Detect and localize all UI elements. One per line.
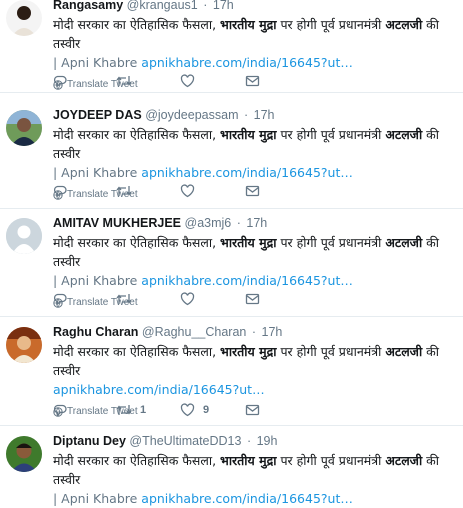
avatar[interactable] [6, 218, 42, 254]
avatar[interactable] [6, 436, 42, 472]
author-name[interactable]: Rangasamy [53, 0, 123, 12]
tweet-text: मोदी सरकार का ऐतिहासिक फैसला, भारतीय मुद… [53, 17, 440, 70]
reply-button[interactable] [53, 74, 67, 88]
tweet-time[interactable]: 17h [254, 108, 275, 122]
reply-button[interactable] [53, 292, 67, 306]
reply-icon [54, 75, 67, 88]
reply-icon [54, 185, 67, 198]
author-handle[interactable]: @Raghu__Charan [142, 325, 246, 339]
tweet-source: | Apni Khabre [53, 55, 142, 70]
like-button[interactable] [180, 74, 195, 88]
tweet[interactable]: AMITAV MUKHERJEE @a3mj6 · 17h मोदी सरकार… [0, 209, 463, 317]
tweet-link[interactable]: apnikhabre.com/india/16645?ut… [141, 491, 353, 506]
author-name[interactable]: AMITAV MUKHERJEE [53, 216, 181, 230]
tweet-time[interactable]: 19h [257, 434, 278, 448]
direct-message-icon [245, 185, 260, 197]
like-icon [180, 403, 195, 417]
retweet-icon [116, 294, 132, 304]
tweet-time[interactable]: 17h [262, 325, 283, 339]
tweet-text: मोदी सरकार का ऐतिहासिक फैसला, भारतीय मुद… [53, 344, 440, 397]
retweet-button[interactable]: 1 [116, 403, 146, 417]
tweet-source: | Apni Khabre [53, 273, 142, 288]
tweet-link[interactable]: apnikhabre.com/india/16645?ut… [53, 382, 265, 397]
avatar[interactable] [6, 110, 42, 146]
like-icon [180, 74, 195, 88]
author-handle[interactable]: @krangaus1 [127, 0, 198, 12]
like-icon [180, 292, 195, 306]
like-icon [180, 184, 195, 198]
tweet-text: मोदी सरकार का ऐतिहासिक फैसला, भारतीय मुद… [53, 127, 440, 180]
reply-icon [54, 404, 67, 417]
tweet-source: | Apni Khabre [53, 491, 142, 506]
tweet-text: मोदी सरकार का ऐतिहासिक फैसला, भारतीय मुद… [53, 235, 440, 288]
author-handle[interactable]: @a3mj6 [185, 216, 232, 230]
direct-message-button[interactable] [245, 403, 260, 417]
tweet-link[interactable]: apnikhabre.com/india/16645?ut… [141, 55, 353, 70]
avatar[interactable] [6, 0, 42, 36]
retweet-icon [116, 186, 132, 196]
retweet-button[interactable] [116, 184, 132, 198]
retweet-button[interactable] [116, 292, 132, 306]
direct-message-button[interactable] [245, 184, 260, 198]
author-name[interactable]: Diptanu Dey [53, 434, 126, 448]
tweet[interactable]: Raghu Charan @Raghu__Charan · 17h मोदी स… [0, 317, 463, 426]
retweet-count: 1 [140, 404, 147, 416]
like-button[interactable]: 9 [180, 403, 209, 417]
direct-message-button[interactable] [245, 292, 260, 306]
author-name[interactable]: JOYDEEP DAS [53, 108, 142, 122]
author-handle[interactable]: @TheUltimateDD13 [129, 434, 241, 448]
tweet[interactable]: Rangasamy @krangaus1 · 17h मोदी सरकार का… [0, 0, 463, 93]
author-handle[interactable]: @joydeepassam [145, 108, 238, 122]
direct-message-icon [245, 404, 260, 416]
author-name[interactable]: Raghu Charan [53, 325, 138, 339]
tweet-text: मोदी सरकार का ऐतिहासिक फैसला, भारतीय मुद… [53, 453, 440, 506]
like-button[interactable] [180, 184, 195, 198]
direct-message-icon [245, 293, 260, 305]
reply-icon [54, 293, 67, 306]
tweet-time[interactable]: 17h [213, 0, 234, 12]
direct-message-icon [245, 75, 260, 87]
reply-button[interactable] [53, 403, 67, 417]
like-count: 9 [203, 404, 210, 416]
retweet-icon [116, 405, 132, 415]
avatar[interactable] [6, 327, 42, 363]
tweet-source: | Apni Khabre [53, 165, 142, 180]
like-button[interactable] [180, 292, 195, 306]
tweet[interactable]: Diptanu Dey @TheUltimateDD13 · 19h मोदी … [0, 426, 463, 506]
tweet-time[interactable]: 17h [246, 216, 267, 230]
reply-button[interactable] [53, 184, 67, 198]
tweet-link[interactable]: apnikhabre.com/india/16645?ut… [141, 165, 353, 180]
tweet-link[interactable]: apnikhabre.com/india/16645?ut… [141, 273, 353, 288]
retweet-button[interactable] [116, 74, 132, 88]
tweet[interactable]: JOYDEEP DAS @joydeepassam · 17h मोदी सरक… [0, 93, 463, 209]
retweet-icon [116, 76, 132, 86]
direct-message-button[interactable] [245, 74, 260, 88]
